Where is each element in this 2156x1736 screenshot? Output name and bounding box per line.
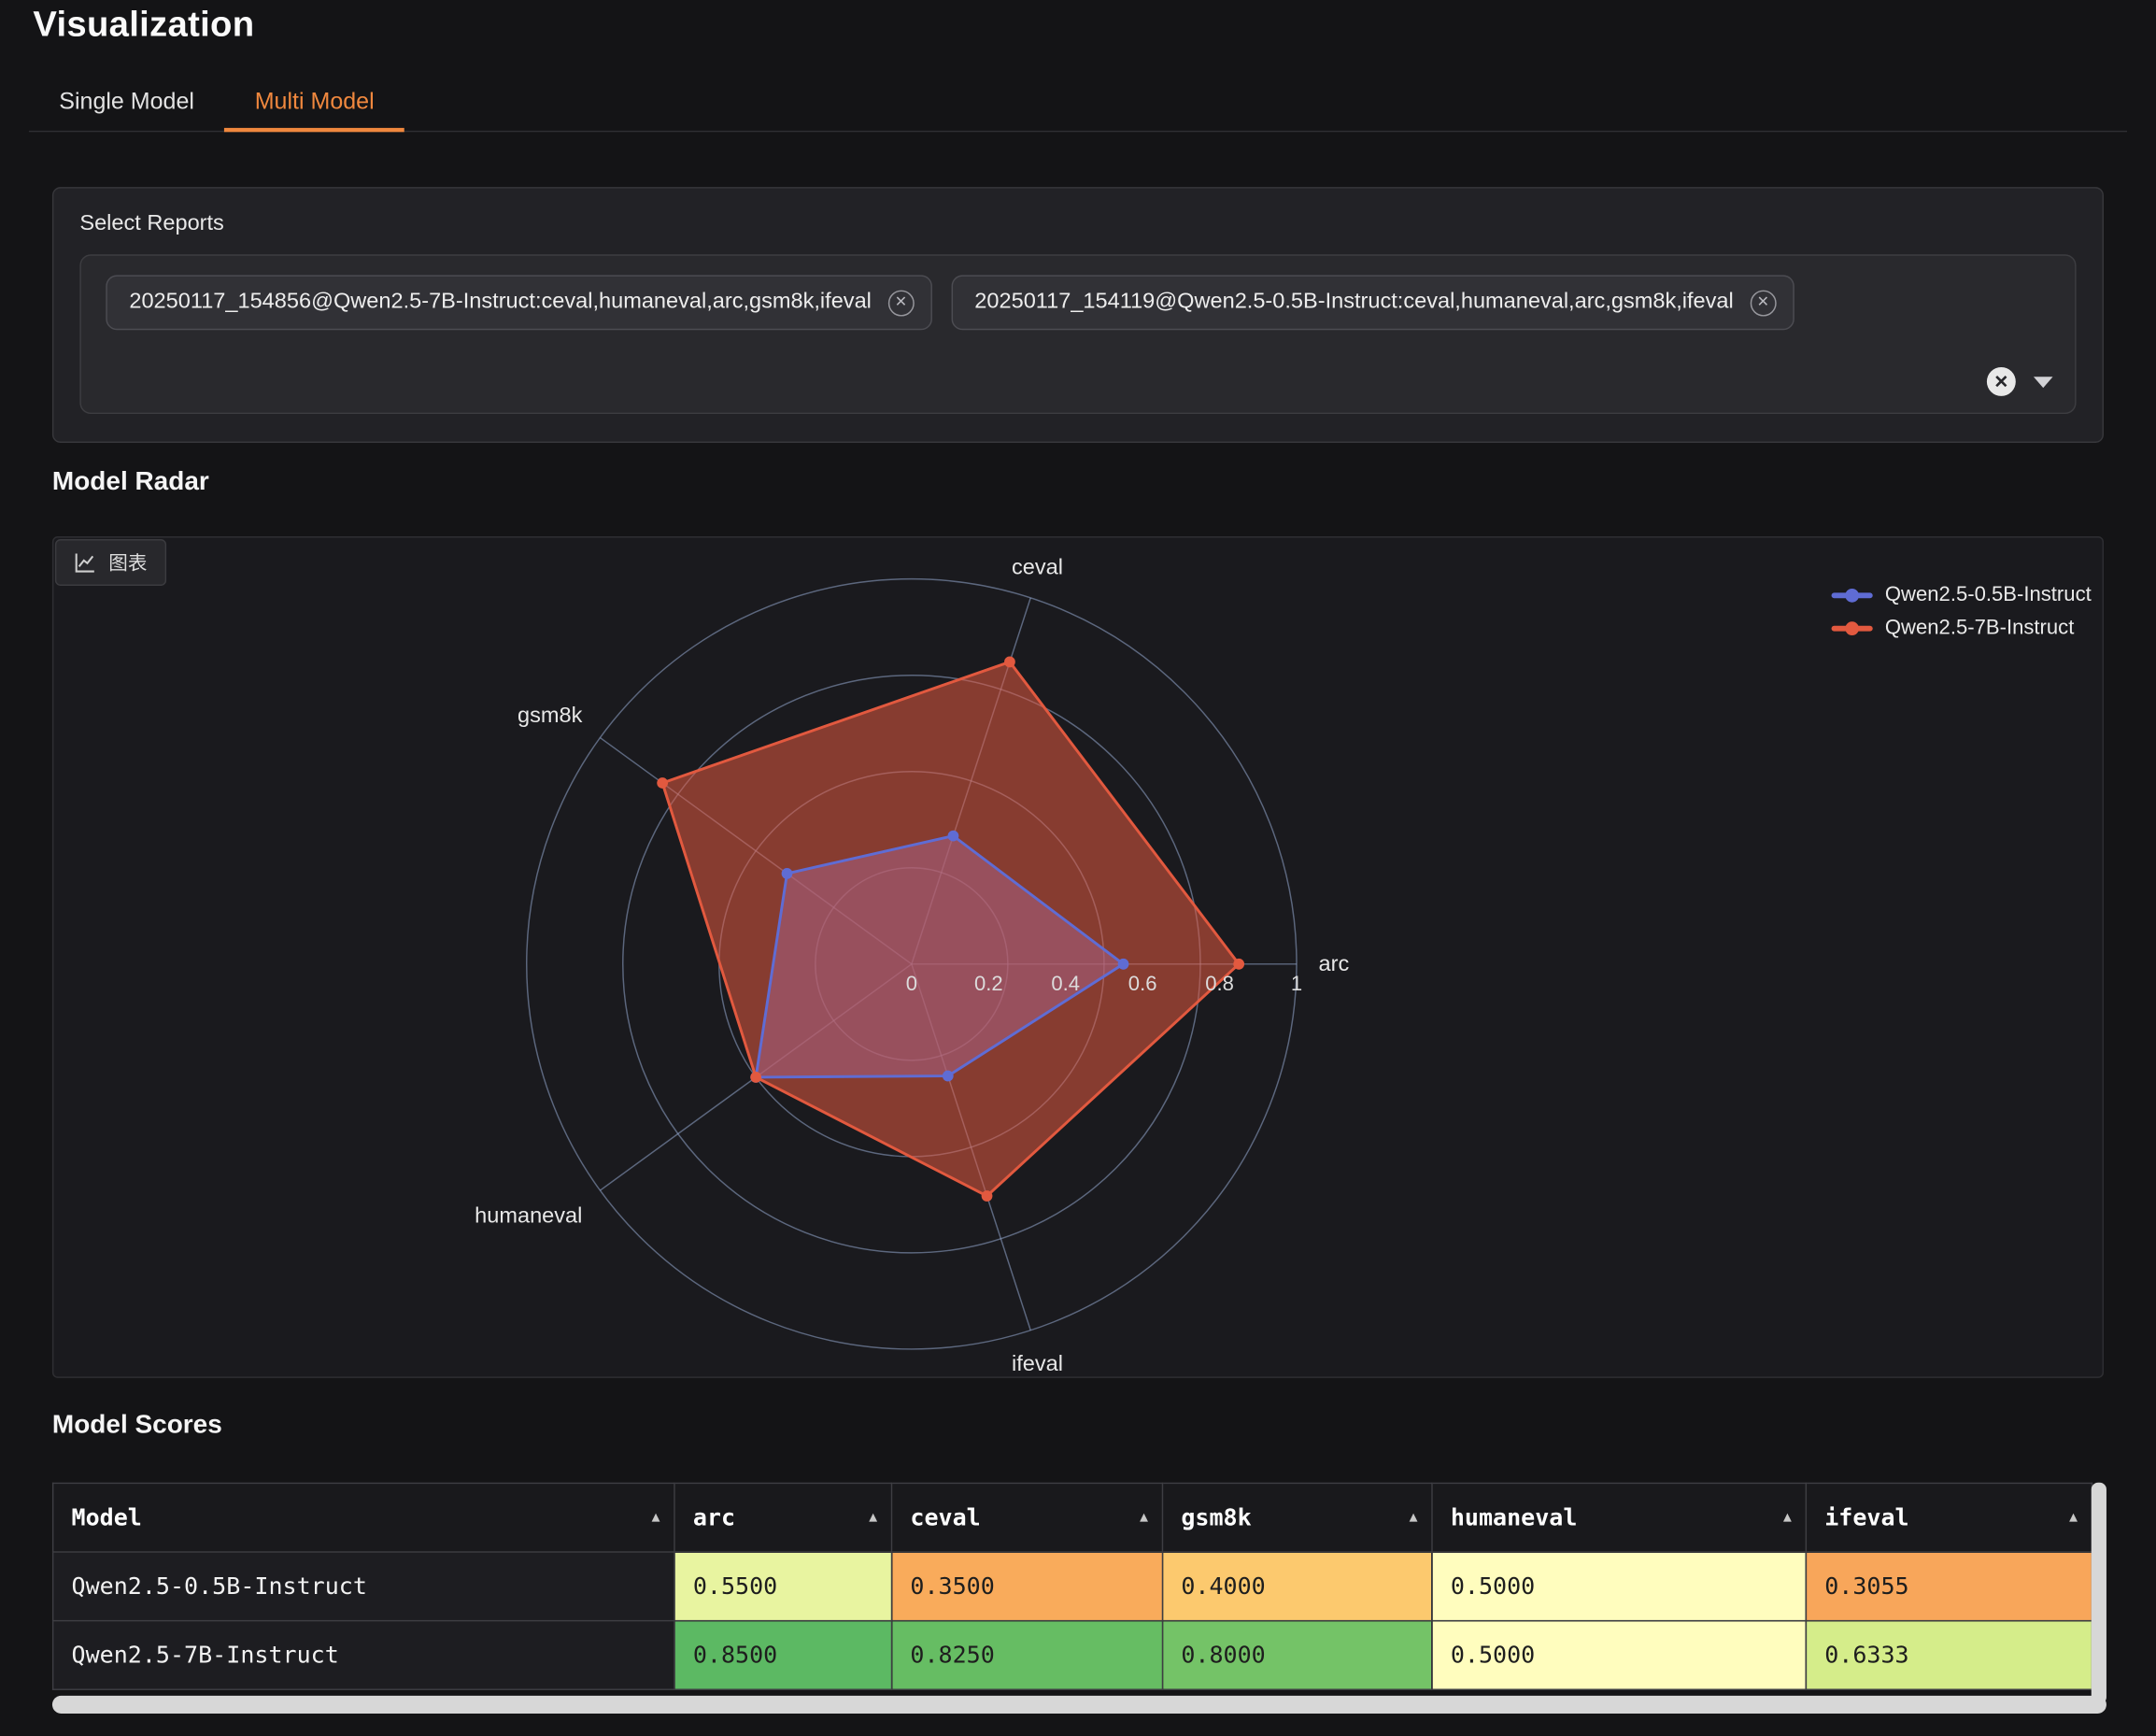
svg-text:0: 0 (906, 972, 917, 995)
select-reports-panel: Select Reports 20250117_154856@Qwen2.5-7… (52, 187, 2104, 443)
selected-report-chips: 20250117_154856@Qwen2.5-7B-Instruct:ceva… (106, 275, 1794, 330)
line-chart-icon (74, 551, 96, 574)
svg-text:0.6: 0.6 (1128, 972, 1157, 995)
multiselect-controls: ✕ (1987, 367, 2053, 396)
score-cell: 0.8500 (674, 1621, 892, 1690)
svg-text:0.4: 0.4 (1051, 972, 1080, 995)
legend-item[interactable]: Qwen2.5-0.5B-Instruct (1831, 583, 2091, 606)
reports-multiselect[interactable]: 20250117_154856@Qwen2.5-7B-Instruct:ceva… (79, 254, 2076, 414)
legend-label: Qwen2.5-0.5B-Instruct (1885, 583, 2092, 606)
svg-text:0.2: 0.2 (974, 972, 1003, 995)
column-label: humaneval (1451, 1504, 1578, 1531)
score-cell: 0.5500 (674, 1552, 892, 1621)
svg-text:arc: arc (1319, 951, 1350, 975)
remove-report-icon[interactable]: ✕ (888, 290, 915, 316)
sort-icon[interactable]: ▲ (652, 1510, 660, 1525)
sort-icon[interactable]: ▲ (1140, 1510, 1148, 1525)
column-label: ifeval (1824, 1504, 1908, 1531)
column-header-model[interactable]: Model ▲ (53, 1483, 674, 1552)
horizontal-scrollbar[interactable] (52, 1696, 2106, 1714)
clear-all-icon[interactable]: ✕ (1987, 367, 2016, 396)
chart-type-button[interactable]: 图表 (55, 539, 166, 586)
legend-line-marker (1831, 585, 1872, 605)
vertical-scrollbar[interactable] (2092, 1483, 2106, 1704)
sort-icon[interactable]: ▲ (1410, 1510, 1418, 1525)
score-cell: 0.3500 (892, 1552, 1163, 1621)
tab-single-model[interactable]: Single Model (29, 76, 224, 132)
sort-icon[interactable]: ▲ (869, 1510, 877, 1525)
remove-report-icon[interactable]: ✕ (1750, 290, 1776, 316)
sort-icon[interactable]: ▲ (2069, 1510, 2078, 1525)
table-row: Qwen2.5-7B-Instruct0.85000.82500.80000.5… (53, 1621, 2092, 1690)
column-label: arc (693, 1504, 735, 1531)
score-cell: 0.3055 (1806, 1552, 2092, 1621)
column-header-inner: humaneval ▲ (1451, 1504, 1792, 1531)
report-chip-label: 20250117_154119@Qwen2.5-0.5B-Instruct:ce… (974, 291, 1733, 315)
score-cell: 0.6333 (1806, 1621, 2092, 1690)
column-header-inner: ceval ▲ (910, 1504, 1148, 1531)
legend-line-marker (1831, 619, 1872, 638)
radar-chart-svg: 0 0.2 0.4 0.6 0.8 1 arc ceval gsm8k humaneval ifev… (53, 538, 2105, 1380)
report-chip-label: 20250117_154856@Qwen2.5-7B-Instruct:ceva… (129, 291, 872, 315)
score-cell: 0.4000 (1162, 1552, 1431, 1621)
app-root: Visualization Single Model Multi Model S… (0, 0, 2156, 1736)
legend-item[interactable]: Qwen2.5-7B-Instruct (1831, 616, 2091, 639)
column-label: ceval (910, 1504, 980, 1531)
radar-heading: Model Radar (52, 467, 209, 497)
scores-heading: Model Scores (52, 1411, 222, 1441)
column-header-ceval[interactable]: ceval ▲ (892, 1483, 1163, 1552)
page-title: Visualization (33, 3, 254, 46)
score-cell: 0.8000 (1162, 1621, 1431, 1690)
tab-multi-model[interactable]: Multi Model (224, 76, 404, 132)
column-header-inner: Model ▲ (72, 1504, 660, 1531)
column-header-ifeval[interactable]: ifeval ▲ (1806, 1483, 2092, 1552)
report-chip: 20250117_154856@Qwen2.5-7B-Instruct:ceva… (106, 275, 931, 330)
svg-text:0.8: 0.8 (1205, 972, 1234, 995)
column-header-gsm8k[interactable]: gsm8k ▲ (1162, 1483, 1431, 1552)
score-cell: 0.5000 (1432, 1621, 1806, 1690)
chart-button-label: 图表 (108, 548, 147, 576)
column-header-inner: ifeval ▲ (1824, 1504, 2078, 1531)
tab-bar: Single Model Multi Model (29, 76, 2127, 132)
legend-dot (1845, 621, 1859, 635)
column-label: gsm8k (1181, 1504, 1251, 1531)
score-cell: 0.8250 (892, 1621, 1163, 1690)
report-chip: 20250117_154119@Qwen2.5-0.5B-Instruct:ce… (951, 275, 1794, 330)
radar-legend: Qwen2.5-0.5B-Instruct Qwen2.5-7B-Instruct (1831, 583, 2091, 639)
scores-table: Model ▲ arc ▲ ceval ▲ gsm8k ▲ humaneval ▲ ifeval ▲ Q… (52, 1483, 2092, 1690)
legend-label: Qwen2.5-7B-Instruct (1885, 616, 2074, 639)
dropdown-caret-icon[interactable] (2034, 377, 2053, 388)
legend-dot (1845, 588, 1859, 602)
radar-area-Qwen2.5-7B-Instruct (662, 662, 1239, 1196)
radar-panel: 图表 Qwen2.5-0.5B-Instruct Qwen2.5-7B-Instr… (52, 536, 2104, 1378)
svg-text:1: 1 (1291, 972, 1302, 995)
model-name-cell: Qwen2.5-0.5B-Instruct (53, 1552, 674, 1621)
svg-text:gsm8k: gsm8k (518, 703, 583, 727)
model-name-cell: Qwen2.5-7B-Instruct (53, 1621, 674, 1690)
table-header-row: Model ▲ arc ▲ ceval ▲ gsm8k ▲ humaneval ▲ ifeval ▲ (53, 1483, 2092, 1552)
column-header-inner: gsm8k ▲ (1181, 1504, 1417, 1531)
column-header-humaneval[interactable]: humaneval ▲ (1432, 1483, 1806, 1552)
select-reports-label: Select Reports (79, 212, 2076, 236)
svg-text:ceval: ceval (1012, 554, 1063, 578)
column-label: Model (72, 1504, 142, 1531)
score-cell: 0.5000 (1432, 1552, 1806, 1621)
column-header-inner: arc ▲ (693, 1504, 877, 1531)
table-row: Qwen2.5-0.5B-Instruct0.55000.35000.40000… (53, 1552, 2092, 1621)
sort-icon[interactable]: ▲ (1783, 1510, 1792, 1525)
svg-text:ifeval: ifeval (1012, 1351, 1063, 1375)
column-header-arc[interactable]: arc ▲ (674, 1483, 892, 1552)
svg-text:humaneval: humaneval (475, 1202, 582, 1227)
